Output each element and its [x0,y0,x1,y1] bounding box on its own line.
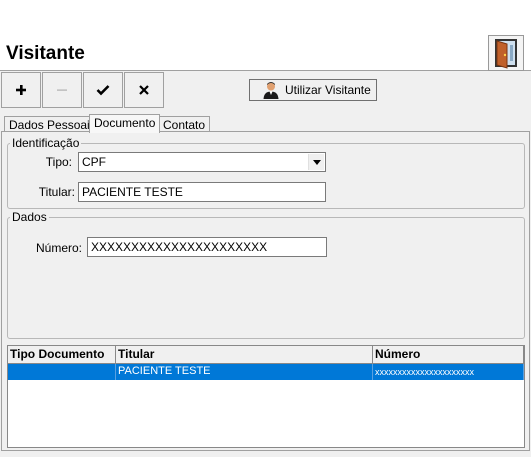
exit-button[interactable] [488,35,524,71]
confirm-button[interactable] [83,72,123,108]
tab-contato[interactable]: Contato [158,116,211,132]
table-header: Tipo Documento Titular Número [8,346,524,364]
cell-titular: PACIENTE TESTE [116,364,373,380]
cell-tipo [8,364,116,380]
page-title: Visitante [6,43,85,64]
toolbar: Utilizar Visitante [0,71,531,111]
dados-legend: Dados [12,210,47,224]
cancel-button[interactable] [124,72,164,108]
chevron-down-icon [312,159,321,165]
numero-field[interactable]: XXXXXXXXXXXXXXXXXXXXXX [87,237,327,257]
dropdown-arrow[interactable] [308,154,324,170]
column-header-titular[interactable]: Titular [116,346,373,364]
titular-field[interactable]: PACIENTE TESTE [78,182,326,202]
column-header-numero[interactable]: Número [373,346,524,364]
documents-table: Tipo Documento Titular Número PACIENTE T… [7,345,525,448]
tab-bar: Dados Pessoais Documento Contato [0,114,531,133]
window-header: Visitante [0,3,531,71]
plus-icon [16,85,26,95]
tipo-select[interactable]: CPF [78,152,326,172]
tipo-label: Tipo: [45,155,72,169]
minus-icon [57,89,67,91]
titular-label: Titular: [38,185,75,199]
table-row[interactable]: PACIENTE TESTE xxxxxxxxxxxxxxxxxxxxxx [8,364,524,380]
door-exit-icon [495,39,517,69]
identificacao-legend: Identificação [12,136,80,150]
column-header-tipo-documento[interactable]: Tipo Documento [8,346,116,364]
remove-button[interactable] [42,72,82,108]
close-icon [139,85,149,95]
tab-documento[interactable]: Documento [89,114,161,133]
use-visitor-button[interactable]: Utilizar Visitante [249,79,377,101]
tab-dados-pessoais[interactable]: Dados Pessoais [4,116,101,132]
cell-numero: xxxxxxxxxxxxxxxxxxxxxx [373,364,524,380]
add-button[interactable] [1,72,41,108]
user-icon [263,82,279,99]
tipo-value: CPF [82,155,106,169]
check-icon [96,85,110,96]
dados-group: Dados [7,211,525,339]
numero-label: Número: [35,241,82,255]
use-visitor-label: Utilizar Visitante [285,83,371,97]
